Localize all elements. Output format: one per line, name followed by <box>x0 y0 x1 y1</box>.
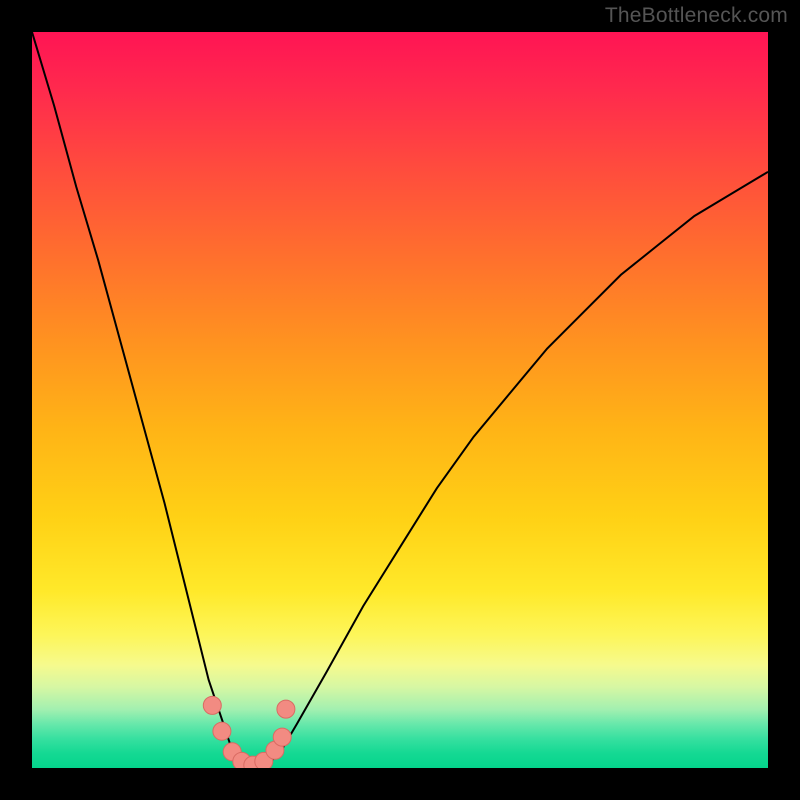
curve-markers <box>203 696 295 768</box>
curve-marker <box>277 700 295 718</box>
curve-marker <box>213 722 231 740</box>
plot-area <box>32 32 768 768</box>
curve-marker <box>273 728 291 746</box>
curve-marker <box>203 696 221 714</box>
curve-line <box>32 32 768 767</box>
bottleneck-curve <box>32 32 768 768</box>
chart-frame: TheBottleneck.com <box>0 0 800 800</box>
watermark-text: TheBottleneck.com <box>605 4 788 28</box>
